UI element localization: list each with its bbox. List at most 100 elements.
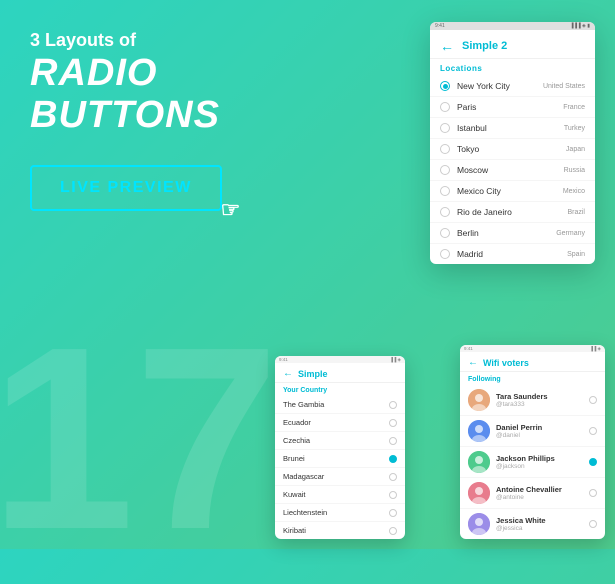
- person-info: Jessica White @jessica: [496, 516, 589, 532]
- bl-city: Brunei: [283, 454, 389, 463]
- city-name: New York City: [457, 81, 543, 91]
- br-row[interactable]: Jackson Phillips @jackson: [460, 447, 605, 478]
- city-name: Mexico City: [457, 186, 563, 196]
- radio-dot[interactable]: [440, 228, 450, 238]
- person-name: Daniel Perrin: [496, 423, 589, 432]
- bl-city: Liechtenstein: [283, 508, 389, 517]
- radio-dot[interactable]: [440, 102, 450, 112]
- radio-dot[interactable]: [440, 186, 450, 196]
- radio-dot[interactable]: [440, 81, 450, 91]
- bl-row[interactable]: Kiribati: [275, 522, 405, 539]
- status-bar-bl: 9:41▐▐ ◈: [275, 356, 405, 363]
- br-radio[interactable]: [589, 427, 597, 435]
- radio-dot[interactable]: [440, 123, 450, 133]
- hero-label: 3 Layouts of: [30, 30, 300, 51]
- bl-radio[interactable]: [389, 473, 397, 481]
- city-name: Istanbul: [457, 123, 564, 133]
- person-info: Antoine Chevallier @antoine: [496, 485, 589, 501]
- phones-container: 9:41 ▐▐▐ ◈ ▮ ← Simple 2 Locations New Yo…: [275, 0, 615, 549]
- city-name: Berlin: [457, 228, 556, 238]
- person-name: Antoine Chevallier: [496, 485, 589, 494]
- bl-radio[interactable]: [389, 527, 397, 535]
- phone-main-row[interactable]: New York City United States: [430, 76, 595, 97]
- country-name: Germany: [556, 230, 585, 237]
- br-radio[interactable]: [589, 458, 597, 466]
- live-preview-button[interactable]: LIVE PREVIEW ☞: [30, 165, 222, 211]
- country-name: Russia: [564, 167, 585, 174]
- country-name: France: [563, 104, 585, 111]
- phone-main: 9:41 ▐▐▐ ◈ ▮ ← Simple 2 Locations New Yo…: [430, 22, 595, 264]
- avatar: [468, 420, 490, 442]
- br-radio[interactable]: [589, 520, 597, 528]
- bl-row[interactable]: Kuwait: [275, 486, 405, 504]
- phone-bl-header: ← Simple: [275, 363, 405, 383]
- avatar: [468, 513, 490, 535]
- person-info: Jackson Phillips @jackson: [496, 454, 589, 470]
- bl-title: Simple: [298, 369, 328, 379]
- bl-phone-rows: The Gambia Ecuador Czechia Brunei Madaga…: [275, 396, 405, 539]
- bl-city: The Gambia: [283, 400, 389, 409]
- city-name: Rio de Janeiro: [457, 207, 567, 217]
- radio-dot[interactable]: [440, 144, 450, 154]
- bl-radio[interactable]: [389, 509, 397, 517]
- phone-br-header: ← Wifi voters: [460, 352, 605, 372]
- phone-main-rows: New York City United States Paris France…: [430, 76, 595, 264]
- country-name: Turkey: [564, 125, 585, 132]
- bl-row[interactable]: Ecuador: [275, 414, 405, 432]
- phone-main-row[interactable]: Tokyo Japan: [430, 139, 595, 160]
- radio-dot[interactable]: [440, 165, 450, 175]
- bl-city: Kuwait: [283, 490, 389, 499]
- br-row[interactable]: Tara Saunders @tara333: [460, 385, 605, 416]
- avatar: [468, 451, 490, 473]
- phone-main-row[interactable]: Paris France: [430, 97, 595, 118]
- person-handle: @antoine: [496, 494, 589, 501]
- radio-dot[interactable]: [440, 207, 450, 217]
- br-row[interactable]: Antoine Chevallier @antoine: [460, 478, 605, 509]
- cursor-icon: ☞: [221, 197, 242, 223]
- bl-section: Your Country: [275, 383, 405, 396]
- person-handle: @tara333: [496, 401, 589, 408]
- avatar: [468, 482, 490, 504]
- status-bar-main: 9:41 ▐▐▐ ◈ ▮: [430, 22, 595, 30]
- country-name: United States: [543, 83, 585, 90]
- back-arrow-icon[interactable]: ←: [440, 38, 454, 54]
- bl-row[interactable]: The Gambia: [275, 396, 405, 414]
- phone-main-row[interactable]: Mexico City Mexico: [430, 181, 595, 202]
- phone-main-header: ← Simple 2: [430, 30, 595, 59]
- phone-main-row[interactable]: Berlin Germany: [430, 223, 595, 244]
- phone-main-section: Locations: [430, 59, 595, 76]
- br-row[interactable]: Daniel Perrin @daniel: [460, 416, 605, 447]
- phone-main-row[interactable]: Madrid Spain: [430, 244, 595, 264]
- phone-main-title: Simple 2: [462, 40, 507, 52]
- br-title: Wifi voters: [483, 358, 529, 368]
- live-preview-label: LIVE PREVIEW: [60, 179, 192, 196]
- bl-radio[interactable]: [389, 437, 397, 445]
- phone-main-row[interactable]: Istanbul Turkey: [430, 118, 595, 139]
- bl-radio[interactable]: [389, 491, 397, 499]
- country-name: Brazil: [567, 209, 585, 216]
- phone-bottom-left: 9:41▐▐ ◈ ← Simple Your Country The Gambi…: [275, 356, 405, 539]
- bl-row[interactable]: Brunei: [275, 450, 405, 468]
- bl-radio[interactable]: [389, 455, 397, 463]
- bl-back-icon[interactable]: ←: [283, 368, 293, 379]
- bl-row[interactable]: Madagascar: [275, 468, 405, 486]
- phone-main-row[interactable]: Moscow Russia: [430, 160, 595, 181]
- br-phone-rows: Tara Saunders @tara333 Daniel Perrin @da…: [460, 385, 605, 539]
- phone-main-row[interactable]: Rio de Janeiro Brazil: [430, 202, 595, 223]
- br-back-icon[interactable]: ←: [468, 357, 478, 368]
- avatar: [468, 389, 490, 411]
- br-row[interactable]: Jessica White @jessica: [460, 509, 605, 539]
- br-radio[interactable]: [589, 489, 597, 497]
- br-radio[interactable]: [589, 396, 597, 404]
- country-name: Mexico: [563, 188, 585, 195]
- bl-row[interactable]: Liechtenstein: [275, 504, 405, 522]
- bl-radio[interactable]: [389, 419, 397, 427]
- city-name: Tokyo: [457, 144, 566, 154]
- radio-dot[interactable]: [440, 249, 450, 259]
- person-handle: @daniel: [496, 432, 589, 439]
- bl-row[interactable]: Czechia: [275, 432, 405, 450]
- bl-city: Czechia: [283, 436, 389, 445]
- city-name: Paris: [457, 102, 563, 112]
- person-name: Tara Saunders: [496, 392, 589, 401]
- bl-radio[interactable]: [389, 401, 397, 409]
